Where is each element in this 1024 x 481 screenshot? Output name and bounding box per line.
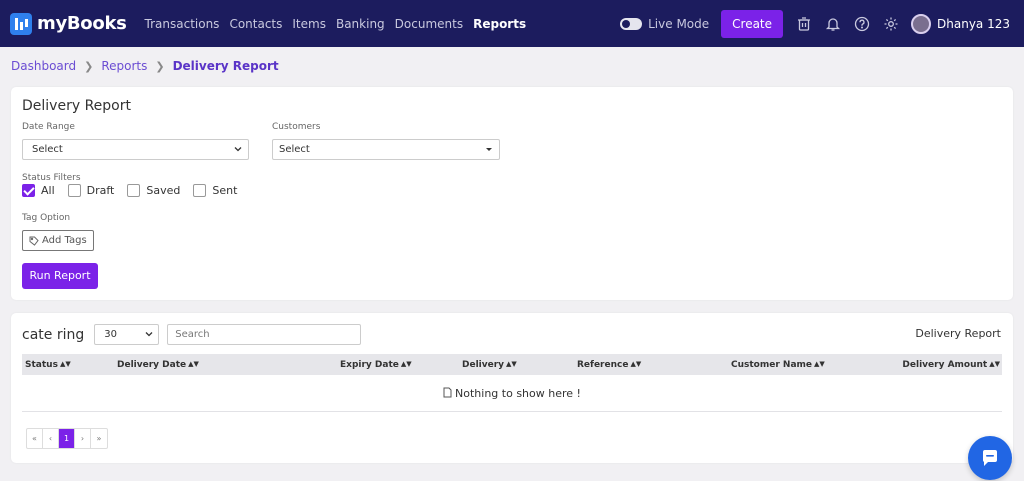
checkbox-draft-label: Draft (86, 184, 115, 197)
empty-message: Nothing to show here ! (455, 387, 581, 400)
sort-icon: ▲▼ (188, 360, 199, 368)
column-label: Delivery Amount (902, 360, 988, 370)
caret-down-icon (486, 148, 492, 151)
table-toolbar: cate ring 30 (22, 324, 362, 345)
empty-state: Nothing to show here ! (22, 375, 1002, 412)
checkbox-sent-label: Sent (212, 184, 238, 197)
column-header-reference[interactable]: Reference ▲▼ (577, 354, 641, 376)
trash-icon[interactable] (795, 15, 813, 33)
column-header-delivery-date[interactable]: Delivery Date ▲▼ (117, 354, 199, 376)
pagination: « ‹ 1 › » (26, 428, 108, 449)
date-range-label: Date Range (22, 122, 75, 132)
column-header-expiry-date[interactable]: Expiry Date ▲▼ (340, 354, 412, 376)
sort-icon: ▲▼ (814, 360, 825, 368)
chat-icon (982, 450, 997, 466)
status-checkboxes: All Draft Saved Sent (22, 184, 250, 197)
checkbox-draft[interactable] (67, 184, 81, 197)
tag-option-label: Tag Option (22, 213, 71, 223)
create-button[interactable]: Create (721, 9, 784, 38)
checkbox-saved[interactable] (127, 184, 141, 197)
chevron-down-icon (234, 147, 242, 152)
nav-link-contacts[interactable]: Contacts (229, 17, 282, 31)
live-mode-toggle[interactable] (620, 17, 643, 30)
column-header-status[interactable]: Status ▲▼ (25, 354, 71, 376)
last-page-button[interactable]: » (91, 429, 107, 448)
chevron-right-icon: ❯ (84, 59, 94, 73)
column-label: Status (25, 360, 58, 370)
nav-link-items[interactable]: Items (292, 17, 326, 31)
column-label: Customer Name (731, 360, 812, 370)
table-report-name: Delivery Report (915, 327, 1001, 340)
column-label: Expiry Date (340, 360, 399, 370)
nav-links: Transactions Contacts Items Banking Docu… (145, 17, 537, 31)
column-label: Reference (577, 360, 629, 370)
column-header-customer-name[interactable]: Customer Name ▲▼ (731, 354, 825, 376)
checkbox-all-label: All (41, 184, 55, 197)
table-header: Status ▲▼ Delivery Date ▲▼ Expiry Date ▲▼ D… (22, 354, 1002, 375)
user-name[interactable]: Dhanya 123 (937, 17, 1010, 31)
checkbox-sent[interactable] (193, 184, 207, 197)
top-nav: myBooks Transactions Contacts Items Bank… (0, 0, 1024, 47)
nav-link-banking[interactable]: Banking (336, 17, 385, 31)
tag-icon (29, 236, 39, 246)
run-report-button[interactable]: Run Report (22, 263, 98, 289)
table-card: cate ring 30 Delivery Report Status▲▼ De… (11, 313, 1013, 463)
add-tags-label: Add Tags (42, 235, 87, 246)
filter-card: Delivery Report Date Range Select Custom… (11, 87, 1013, 300)
first-page-button[interactable]: « (27, 429, 43, 448)
nav-link-transactions[interactable]: Transactions (145, 17, 220, 31)
customers-select[interactable]: Select (272, 139, 500, 160)
sort-icon: ▲▼ (400, 360, 412, 368)
chevron-down-icon (145, 332, 153, 337)
breadcrumb: Dashboard ❯ Reports ❯ Delivery Report (11, 59, 279, 73)
column-label: Delivery Date (117, 360, 187, 370)
nav-link-reports[interactable]: Reports (473, 17, 526, 31)
date-range-value: Select (32, 144, 63, 155)
status-filters-label: Status Filters (22, 173, 81, 183)
breadcrumb-dashboard[interactable]: Dashboard (11, 59, 76, 73)
next-page-button[interactable]: › (75, 429, 91, 448)
sort-icon: ▲▼ (630, 360, 642, 368)
sort-icon: ▲▼ (506, 360, 517, 368)
page-size-value: 30 (104, 329, 117, 340)
breadcrumb-reports[interactable]: Reports (101, 59, 147, 73)
help-icon[interactable] (853, 15, 871, 33)
customers-value: Select (279, 144, 310, 155)
gear-icon[interactable] (882, 15, 900, 33)
app-logo[interactable]: myBooks (10, 12, 127, 35)
app-name: myBooks (37, 13, 127, 34)
bell-icon[interactable] (824, 15, 842, 33)
breadcrumb-current: Delivery Report (172, 59, 279, 73)
page-1-button[interactable]: 1 (59, 429, 75, 448)
customers-label: Customers (272, 122, 321, 132)
report-title: Delivery Report (22, 98, 131, 114)
checkbox-all[interactable] (22, 184, 35, 197)
page-size-select[interactable]: 30 (94, 324, 160, 345)
nav-right: Live Mode Create Dhanya 123 (620, 0, 1010, 47)
date-range-select[interactable]: Select (22, 139, 249, 160)
table-title: cate ring (22, 326, 85, 343)
column-header-delivery[interactable]: Delivery ▲▼ (462, 354, 517, 376)
column-header-delivery-amount[interactable]: Delivery Amount ▲▼ (902, 354, 1000, 376)
prev-page-button[interactable]: ‹ (43, 429, 59, 448)
checkbox-saved-label: Saved (146, 184, 181, 197)
sort-icon: ▲▼ (59, 360, 71, 368)
search-input[interactable] (167, 324, 362, 345)
chat-button[interactable] (968, 436, 1012, 480)
column-label: Delivery (462, 360, 505, 370)
document-icon (443, 387, 452, 398)
avatar[interactable] (911, 13, 932, 34)
chevron-right-icon: ❯ (155, 59, 165, 73)
logo-icon (10, 12, 32, 35)
live-mode-label: Live Mode (648, 16, 710, 31)
add-tags-button[interactable]: Add Tags (22, 230, 94, 251)
sort-icon: ▲▼ (989, 360, 1000, 368)
nav-link-documents[interactable]: Documents (395, 17, 463, 31)
